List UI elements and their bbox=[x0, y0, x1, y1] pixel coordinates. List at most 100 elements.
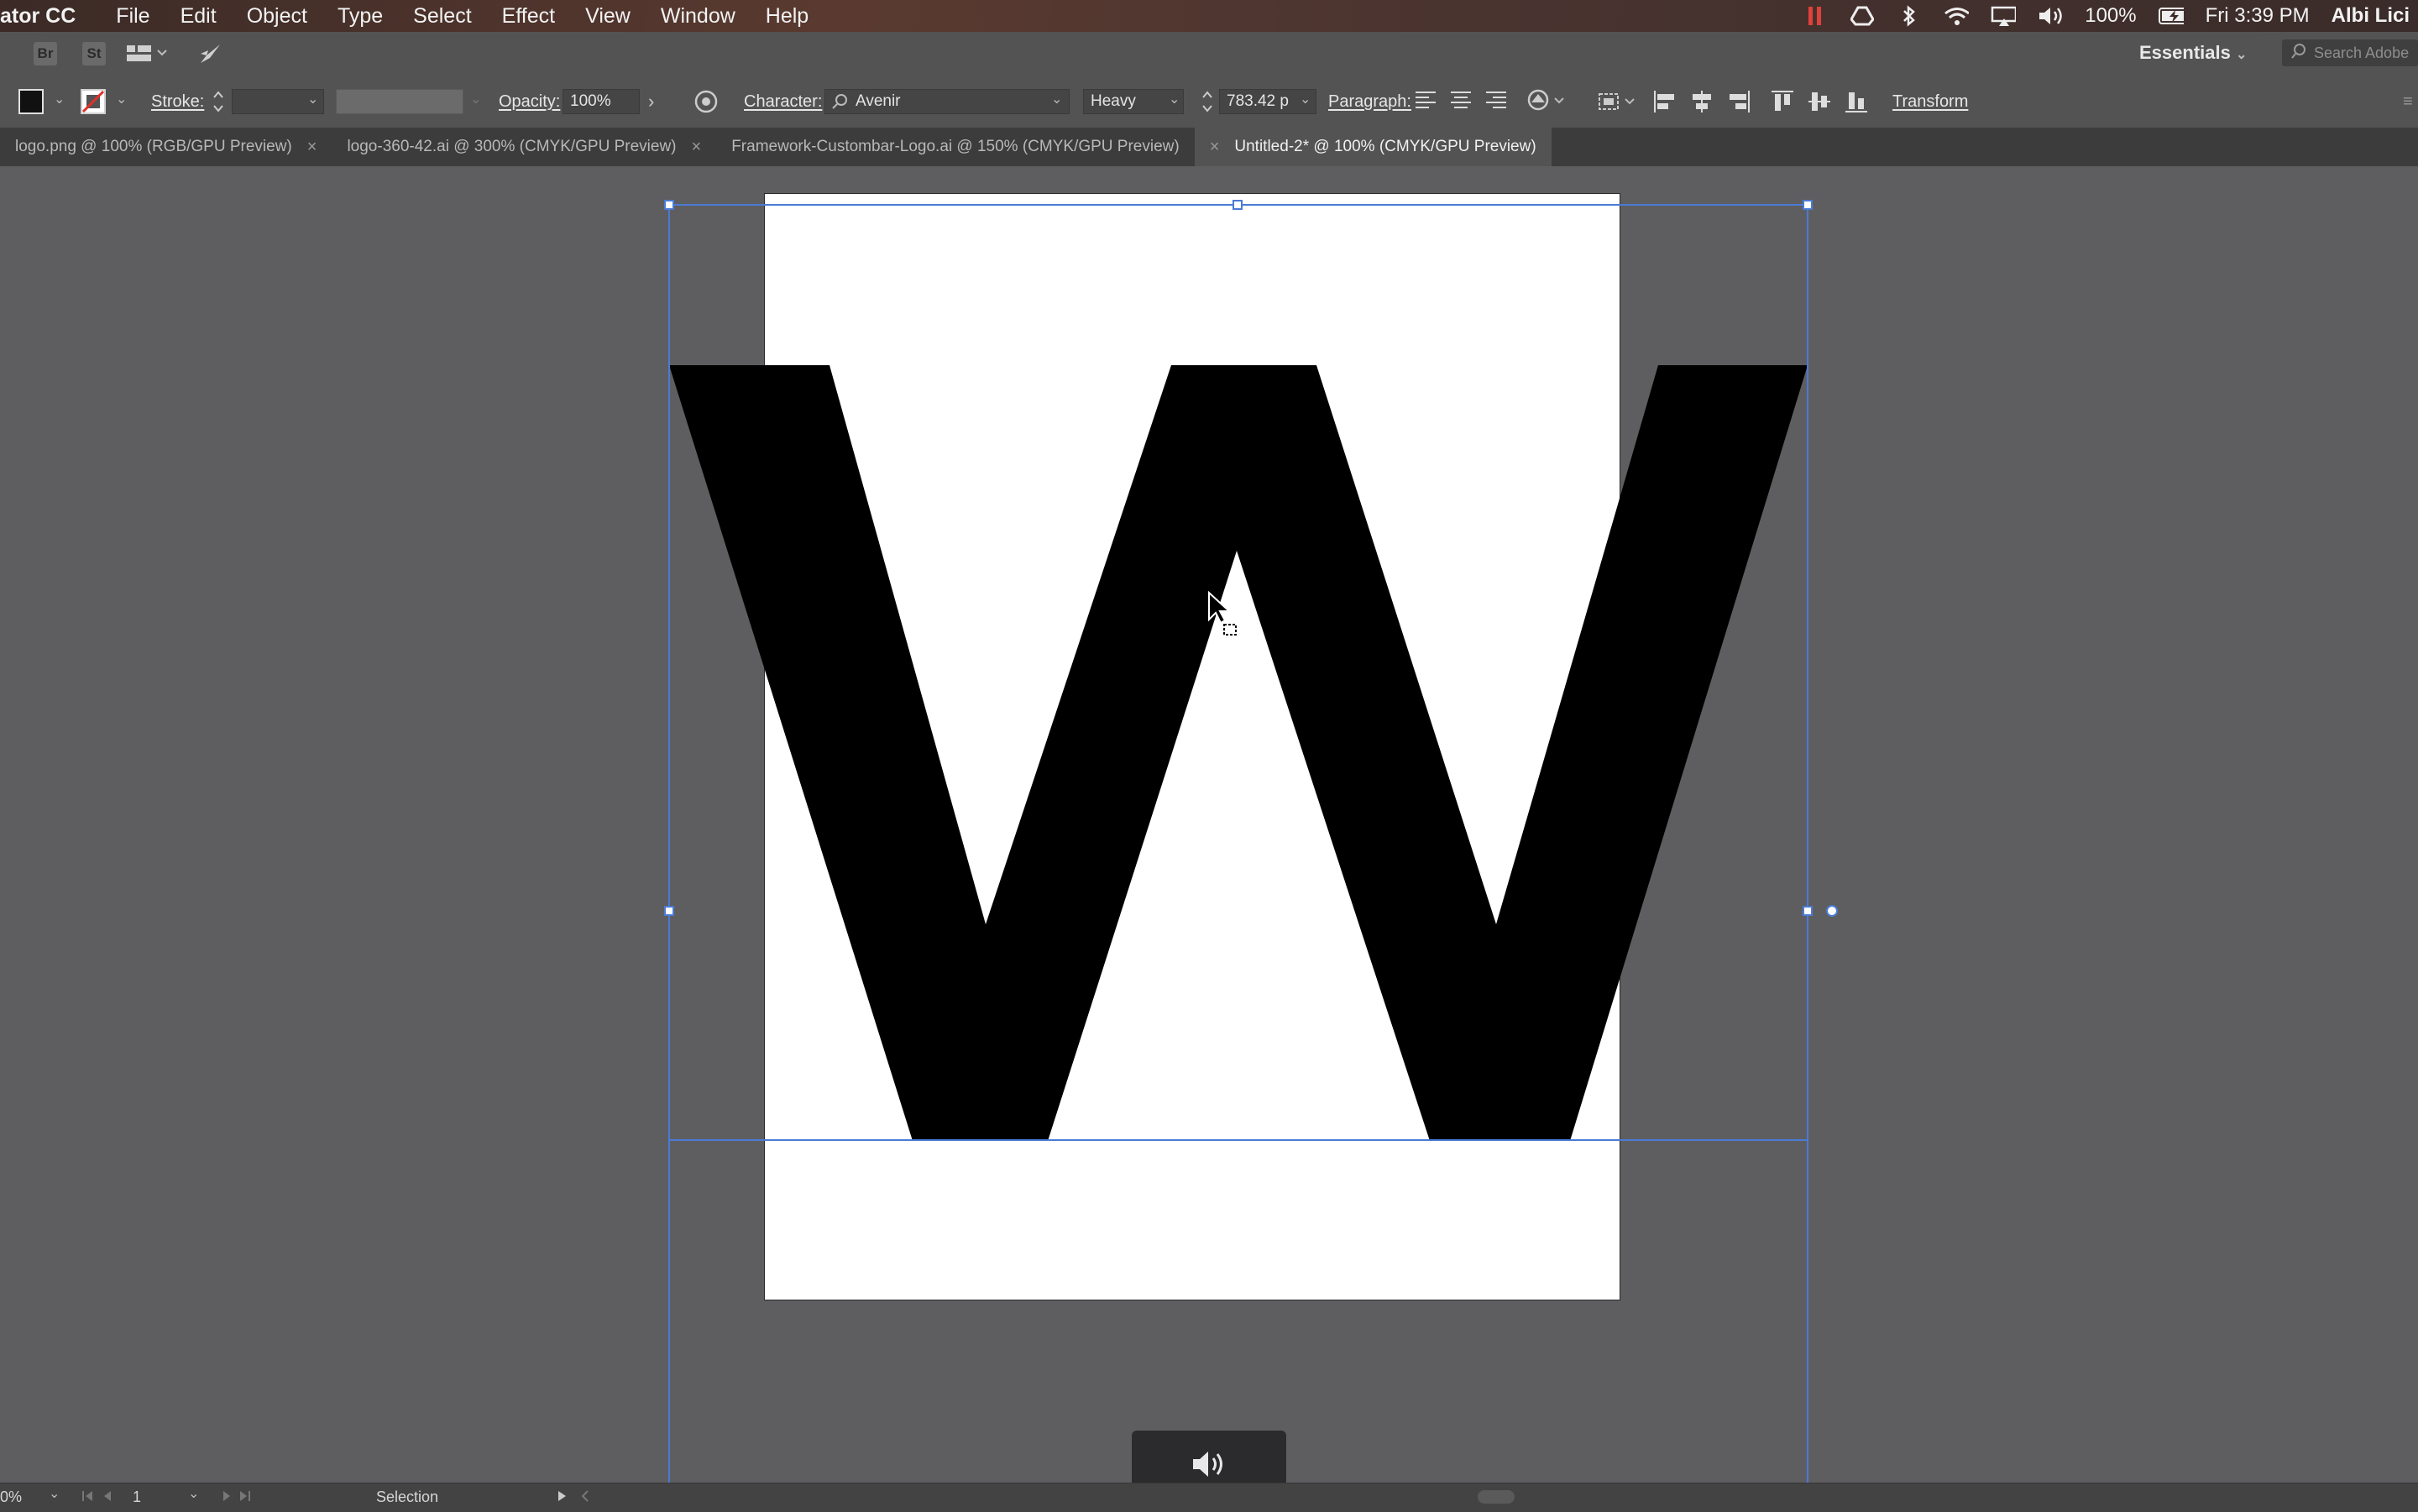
document-tab-active[interactable]: × Untitled-2* @ 100% (CMYK/GPU Preview) bbox=[1194, 128, 1552, 166]
variable-width-profile-field[interactable] bbox=[336, 89, 463, 114]
handle-top-right bbox=[1803, 200, 1813, 210]
bluetooth-icon[interactable] bbox=[1897, 5, 1922, 27]
character-label[interactable]: Character: bbox=[744, 92, 822, 112]
close-icon[interactable]: × bbox=[1210, 128, 1220, 166]
menu-help[interactable]: Help bbox=[751, 4, 824, 29]
document-tab[interactable]: logo.png @ 100% (RGB/GPU Preview) × bbox=[0, 128, 332, 166]
horizontal-align-center-icon[interactable] bbox=[1689, 89, 1714, 119]
menu-object[interactable]: Object bbox=[232, 4, 322, 29]
opacity-label[interactable]: Opacity: bbox=[499, 92, 560, 112]
workspace-label: Essentials bbox=[2139, 42, 2231, 63]
paragraph-label[interactable]: Paragraph: bbox=[1328, 92, 1411, 112]
user-name[interactable]: Albi Lici bbox=[2332, 4, 2410, 28]
menu-select[interactable]: Select bbox=[398, 4, 486, 29]
font-style-dropdown-icon[interactable]: ⌄ bbox=[1169, 91, 1180, 107]
battery-charging-icon[interactable] bbox=[2158, 6, 2184, 26]
opacity-expand-icon[interactable]: › bbox=[648, 91, 654, 112]
font-size-dropdown-icon[interactable]: ⌄ bbox=[1300, 91, 1311, 107]
stroke-dropdown-icon[interactable]: ⌄ bbox=[116, 91, 127, 107]
menu-type[interactable]: Type bbox=[322, 4, 398, 29]
opacity-field[interactable]: 100% bbox=[563, 89, 640, 114]
speaker-icon bbox=[1193, 1452, 1222, 1477]
menu-view[interactable]: View bbox=[570, 4, 646, 29]
fill-color-swatch[interactable] bbox=[18, 89, 44, 119]
document-tab[interactable]: logo-360-42.ai @ 300% (CMYK/GPU Preview)… bbox=[332, 128, 716, 166]
wifi-icon[interactable] bbox=[1944, 6, 1970, 26]
app-menu-name[interactable]: ator CC bbox=[0, 4, 101, 29]
align-to-selection-icon[interactable] bbox=[1597, 89, 1637, 119]
zoom-dropdown-icon[interactable]: ⌄ bbox=[49, 1485, 60, 1502]
arrange-documents-icon[interactable] bbox=[126, 44, 168, 68]
scroll-left-icon[interactable] bbox=[579, 1487, 591, 1509]
close-icon[interactable]: × bbox=[307, 128, 317, 166]
menu-bar: ator CC File Edit Object Type Select Eff… bbox=[0, 0, 2418, 32]
horizontal-scrollbar-thumb[interactable] bbox=[1478, 1490, 1515, 1504]
align-right-icon[interactable] bbox=[1484, 89, 1510, 118]
status-menu-arrow-icon[interactable] bbox=[556, 1487, 568, 1509]
font-family-value: Avenir bbox=[856, 92, 901, 110]
align-center-icon[interactable] bbox=[1449, 89, 1474, 118]
selection-cursor-icon bbox=[1208, 591, 1237, 636]
handle-top-left bbox=[664, 200, 674, 210]
artboard-number-field[interactable]: 1 bbox=[133, 1488, 141, 1506]
panel-menu-icon[interactable]: ≡ bbox=[2403, 92, 2413, 112]
stroke-label[interactable]: Stroke: bbox=[151, 92, 204, 112]
font-family-field[interactable]: Avenir bbox=[824, 89, 1070, 114]
search-adobe-stock-input[interactable]: Search Adobe bbox=[2282, 39, 2418, 66]
current-tool-label: Selection bbox=[376, 1488, 439, 1505]
stroke-weight-stepper[interactable] bbox=[212, 87, 225, 121]
shape-options-icon[interactable] bbox=[1526, 87, 1567, 119]
vertical-align-center-icon[interactable] bbox=[1807, 89, 1832, 119]
airplay-icon[interactable] bbox=[1991, 6, 2017, 26]
last-artboard-icon[interactable] bbox=[220, 1487, 262, 1509]
profile-dropdown-icon[interactable]: ⌄ bbox=[470, 91, 481, 107]
bridge-button[interactable]: Br bbox=[34, 42, 57, 65]
recolor-artwork-icon[interactable] bbox=[693, 89, 719, 119]
transform-link[interactable]: Transform bbox=[1892, 92, 1968, 112]
font-family-dropdown-icon[interactable]: ⌄ bbox=[1051, 91, 1062, 107]
search-icon bbox=[2290, 39, 2307, 73]
stroke-weight-dropdown-icon[interactable]: ⌄ bbox=[307, 91, 318, 107]
menu-window[interactable]: Window bbox=[646, 4, 751, 29]
recording-pause-icon[interactable] bbox=[1803, 6, 1828, 26]
align-left-icon[interactable] bbox=[1414, 89, 1439, 118]
workspace-switcher[interactable]: Essentials ⌄ bbox=[2139, 42, 2247, 64]
handle-middle-left bbox=[664, 906, 674, 916]
control-bar: ⌄ ⌄ Stroke: ⌄ ⌄ Opacity: 100% › Characte… bbox=[0, 76, 2418, 128]
artboard-dropdown-icon[interactable]: ⌄ bbox=[188, 1485, 199, 1502]
menu-edit[interactable]: Edit bbox=[165, 4, 232, 29]
vertical-align-top-icon[interactable] bbox=[1770, 89, 1795, 119]
google-drive-icon[interactable] bbox=[1850, 6, 1875, 26]
menu-effect[interactable]: Effect bbox=[487, 4, 570, 29]
gpu-performance-rocket-icon[interactable] bbox=[198, 42, 223, 70]
volume-icon[interactable] bbox=[2038, 6, 2063, 26]
canvas-overlay bbox=[664, 200, 1838, 1483]
stroke-color-swatch[interactable] bbox=[81, 89, 106, 119]
handle-middle-right bbox=[1803, 906, 1813, 916]
document-tab[interactable]: Framework-Custombar-Logo.ai @ 150% (CMYK… bbox=[716, 128, 1195, 166]
horizontal-align-left-icon[interactable] bbox=[1652, 89, 1677, 119]
clock[interactable]: Fri 3:39 PM bbox=[2206, 4, 2310, 28]
zoom-level[interactable]: 0% bbox=[0, 1488, 22, 1506]
application-bar: Br St Essentials ⌄ Search Adobe bbox=[0, 32, 2418, 76]
status-bar: 0% ⌄ 1 ⌄ Selection bbox=[0, 1483, 2418, 1512]
menu-file[interactable]: File bbox=[101, 4, 165, 29]
document-tabs: logo.png @ 100% (RGB/GPU Preview) × logo… bbox=[0, 128, 2418, 166]
font-size-stepper[interactable] bbox=[1201, 87, 1214, 121]
document-canvas[interactable] bbox=[0, 166, 2418, 1483]
tab-label: logo.png @ 100% (RGB/GPU Preview) bbox=[15, 138, 292, 155]
type-overflow-handle bbox=[1826, 905, 1838, 917]
w-glyph[interactable] bbox=[669, 365, 1808, 1141]
battery-percent[interactable]: 100% bbox=[2085, 4, 2136, 28]
horizontal-align-right-icon[interactable] bbox=[1726, 89, 1751, 119]
first-artboard-icon[interactable] bbox=[81, 1487, 134, 1509]
fill-dropdown-icon[interactable]: ⌄ bbox=[54, 91, 65, 107]
handle-top-center bbox=[1233, 200, 1243, 210]
stock-button[interactable]: St bbox=[82, 42, 106, 65]
close-icon[interactable]: × bbox=[692, 128, 702, 166]
chevron-down-icon: ⌄ bbox=[2235, 48, 2248, 62]
tab-label: Framework-Custombar-Logo.ai @ 150% (CMYK… bbox=[731, 138, 1180, 155]
tab-label: logo-360-42.ai @ 300% (CMYK/GPU Preview) bbox=[347, 138, 677, 155]
vertical-align-bottom-icon[interactable] bbox=[1844, 89, 1869, 119]
tab-label: Untitled-2* @ 100% (CMYK/GPU Preview) bbox=[1234, 138, 1536, 155]
